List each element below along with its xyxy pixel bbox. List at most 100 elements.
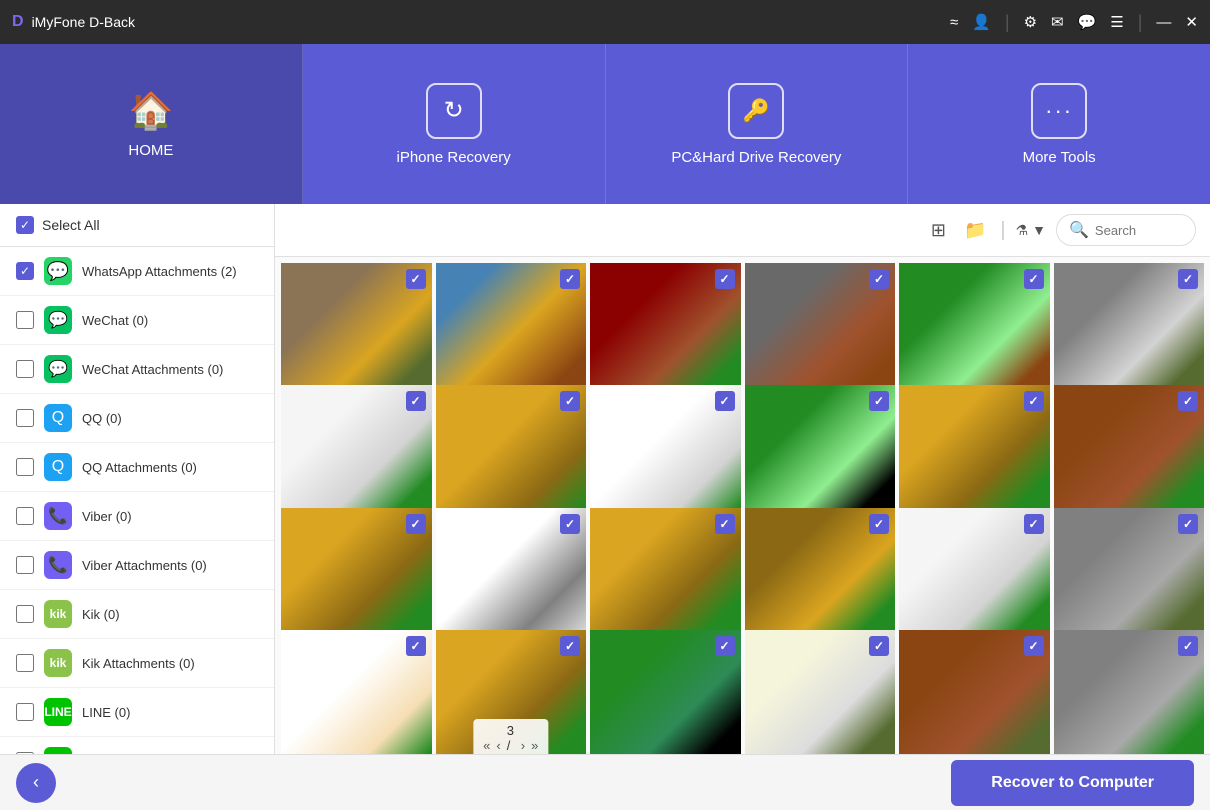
photo-check-8[interactable] (560, 391, 580, 411)
select-all-checkbox[interactable] (16, 216, 34, 234)
sidebar-item-qq[interactable]: Q QQ (0) (0, 394, 274, 443)
photo-check-14[interactable] (560, 514, 580, 534)
qq-checkbox[interactable] (16, 409, 34, 427)
sidebar-item-viber[interactable]: 📞 Viber (0) (0, 492, 274, 541)
kik-label: Kik (0) (82, 607, 120, 622)
nav-item-home[interactable]: 🏠 HOME (0, 44, 303, 204)
user-icon[interactable]: 👤 (972, 13, 991, 31)
photo-check-4[interactable] (869, 269, 889, 289)
qq-attach-checkbox[interactable] (16, 458, 34, 476)
sidebar-item-qq-attach[interactable]: Q QQ Attachments (0) (0, 443, 274, 492)
photo-check-17[interactable] (1024, 514, 1044, 534)
viber-icon: 📞 (44, 502, 72, 530)
whatsapp-checkbox[interactable] (16, 262, 34, 280)
page-last-btn[interactable]: » (531, 738, 538, 753)
page-first-btn[interactable]: « (483, 738, 490, 753)
minimize-icon[interactable]: — (1156, 14, 1171, 31)
photo-check-21[interactable] (715, 636, 735, 656)
search-box[interactable]: 🔍 (1056, 214, 1196, 246)
photo-check-1[interactable] (406, 269, 426, 289)
photo-check-19[interactable] (406, 636, 426, 656)
photo-cell-24[interactable] (1054, 630, 1205, 754)
kik-checkbox[interactable] (16, 605, 34, 623)
back-icon: ‹ (33, 772, 39, 793)
photo-check-9[interactable] (715, 391, 735, 411)
filter-button[interactable]: ⚗ ▼ (1016, 222, 1046, 239)
line-attach-icon: LINE (44, 747, 72, 754)
photo-cell-20[interactable]: « ‹ 3 / 4 › » (436, 630, 587, 754)
recover-button[interactable]: Recover to Computer (951, 760, 1194, 806)
line-attach-checkbox[interactable] (16, 752, 34, 754)
mail-icon[interactable]: ✉ (1051, 13, 1064, 31)
photo-check-6[interactable] (1178, 269, 1198, 289)
photo-cell-19[interactable] (281, 630, 432, 754)
title-bar-left: D iMyFone D-Back (12, 13, 135, 31)
search-input[interactable] (1095, 223, 1183, 238)
photo-check-3[interactable] (715, 269, 735, 289)
close-icon[interactable]: ✕ (1185, 13, 1198, 31)
back-button[interactable]: ‹ (16, 763, 56, 803)
photo-check-5[interactable] (1024, 269, 1044, 289)
bottom-bar: ‹ Recover to Computer (0, 754, 1210, 810)
sidebar-item-line[interactable]: LINE LINE (0) (0, 688, 274, 737)
home-icon: 🏠 (128, 90, 173, 132)
divider2: | (1138, 12, 1143, 33)
iphone-recovery-icon-border: ↻ (426, 83, 482, 139)
viber-label: Viber (0) (82, 509, 132, 524)
photo-cell-21[interactable] (590, 630, 741, 754)
photo-check-23[interactable] (1024, 636, 1044, 656)
photo-check-20[interactable] (560, 636, 580, 656)
kik-attach-checkbox[interactable] (16, 654, 34, 672)
page-next-btn[interactable]: › (521, 738, 525, 753)
photo-check-18[interactable] (1178, 514, 1198, 534)
nav-item-iphone-recovery[interactable]: ↻ iPhone Recovery (303, 44, 606, 204)
photo-check-24[interactable] (1178, 636, 1198, 656)
filter-chevron: ▼ (1032, 222, 1046, 238)
photo-cell-23[interactable] (899, 630, 1050, 754)
wechat-checkbox[interactable] (16, 311, 34, 329)
share-icon[interactable]: ≈ (950, 14, 958, 31)
sidebar-item-viber-attach[interactable]: 📞 Viber Attachments (0) (0, 541, 274, 590)
photo-check-15[interactable] (715, 514, 735, 534)
photo-check-12[interactable] (1178, 391, 1198, 411)
sidebar-item-kik[interactable]: kik Kik (0) (0, 590, 274, 639)
photo-check-13[interactable] (406, 514, 426, 534)
wechat-attach-checkbox[interactable] (16, 360, 34, 378)
nav-bar: 🏠 HOME ↻ iPhone Recovery 🔑 PC&Hard Drive… (0, 44, 1210, 204)
nav-item-more-tools[interactable]: ··· More Tools (908, 44, 1210, 204)
title-bar-right: ≈ 👤 | ⚙ ✉ 💬 ☰ | — ✕ (950, 12, 1198, 33)
grid-view-icon[interactable]: ⊞ (927, 216, 950, 245)
qq-attach-label: QQ Attachments (0) (82, 460, 197, 475)
wechat-icon: 💬 (44, 306, 72, 334)
nav-item-pc-recovery[interactable]: 🔑 PC&Hard Drive Recovery (606, 44, 909, 204)
wechat-attach-label: WeChat Attachments (0) (82, 362, 223, 377)
photo-check-16[interactable] (869, 514, 889, 534)
photo-cell-22[interactable] (745, 630, 896, 754)
sidebar-item-line-attach[interactable]: LINE LINE Attachments (0) (0, 737, 274, 754)
viber-attach-checkbox[interactable] (16, 556, 34, 574)
nav-label-more-tools: More Tools (1023, 149, 1096, 166)
photo-check-7[interactable] (406, 391, 426, 411)
photo-check-10[interactable] (869, 391, 889, 411)
qq-attach-icon: Q (44, 453, 72, 481)
sidebar-item-wechat-attach[interactable]: 💬 WeChat Attachments (0) (0, 345, 274, 394)
line-checkbox[interactable] (16, 703, 34, 721)
viber-attach-label: Viber Attachments (0) (82, 558, 207, 573)
kik-attach-icon: kik (44, 649, 72, 677)
photo-check-2[interactable] (560, 269, 580, 289)
chat-icon[interactable]: 💬 (1078, 13, 1097, 31)
photo-check-11[interactable] (1024, 391, 1044, 411)
sidebar-item-kik-attach[interactable]: kik Kik Attachments (0) (0, 639, 274, 688)
line-icon: LINE (44, 698, 72, 726)
viber-checkbox[interactable] (16, 507, 34, 525)
folder-view-icon[interactable]: 📁 (960, 216, 990, 245)
page-prev-btn[interactable]: ‹ (496, 738, 500, 753)
menu-icon[interactable]: ☰ (1110, 13, 1123, 31)
main-content: Select All 💬 WhatsApp Attachments (2) 💬 … (0, 204, 1210, 754)
settings-icon[interactable]: ⚙ (1024, 13, 1037, 31)
photo-check-22[interactable] (869, 636, 889, 656)
pc-recovery-icon-border: 🔑 (728, 83, 784, 139)
sidebar-item-whatsapp[interactable]: 💬 WhatsApp Attachments (2) (0, 247, 274, 296)
line-attach-label: LINE Attachments (0) (82, 754, 206, 755)
sidebar-item-wechat[interactable]: 💬 WeChat (0) (0, 296, 274, 345)
